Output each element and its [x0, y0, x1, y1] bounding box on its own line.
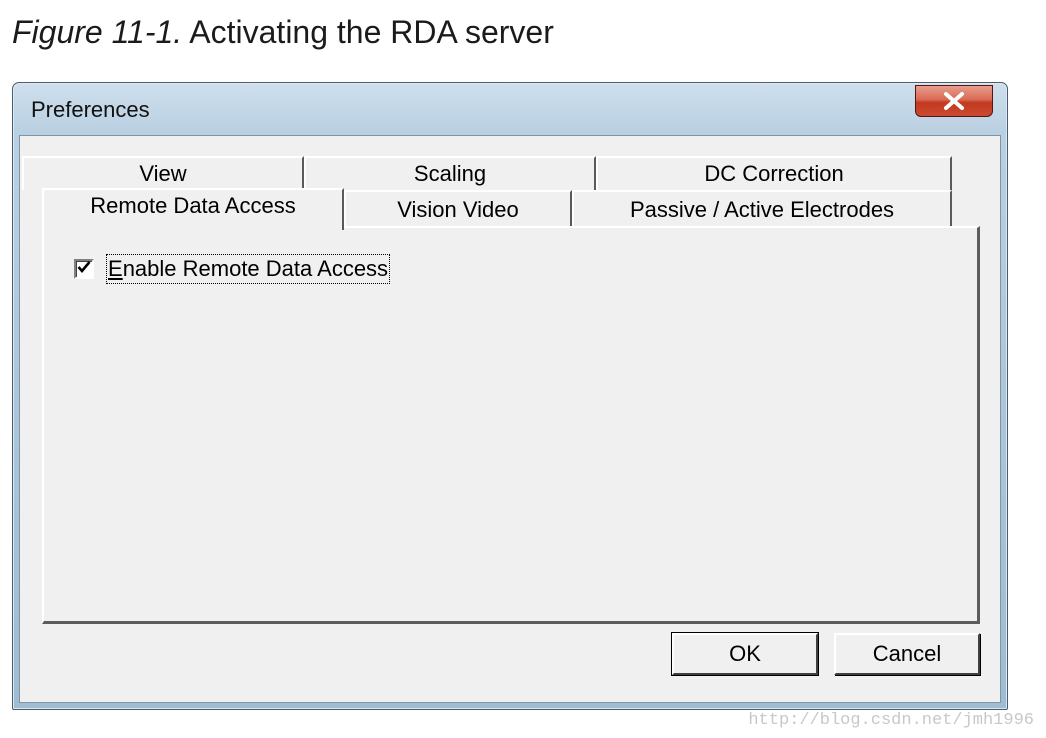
ok-button[interactable]: OK — [671, 632, 819, 676]
window-title: Preferences — [31, 97, 150, 122]
dialog-client-area: View Scaling DC Correction Remote Data A… — [19, 135, 1001, 703]
tab-dc-correction[interactable]: DC Correction — [596, 156, 952, 190]
cancel-button[interactable]: Cancel — [834, 633, 980, 675]
close-x-icon — [941, 91, 967, 111]
tab-panel-remote-data-access: Enable Remote Data Access — [42, 226, 980, 624]
tab-view[interactable]: View — [22, 156, 304, 190]
figure-label: Figure 11-1. — [12, 14, 183, 50]
enable-remote-data-access-label[interactable]: Enable Remote Data Access — [106, 254, 391, 284]
figure-caption-text: Activating the RDA server — [189, 14, 554, 50]
preferences-dialog: Preferences View Scaling DC Correction R… — [12, 82, 1008, 710]
tab-remote-data-access[interactable]: Remote Data Access — [42, 188, 344, 230]
tab-vision-video[interactable]: Vision Video — [344, 190, 572, 228]
checkmark-icon — [77, 260, 91, 279]
tab-scaling[interactable]: Scaling — [304, 156, 596, 190]
enable-remote-data-access-checkbox[interactable] — [74, 259, 94, 279]
close-button[interactable] — [915, 85, 993, 117]
watermark-url: http://blog.csdn.net/jmh1996 — [748, 711, 1034, 730]
figure-caption: Figure 11-1. Activating the RDA server — [12, 14, 554, 51]
enable-remote-data-access-option[interactable]: Enable Remote Data Access — [74, 254, 391, 284]
tab-passive-active-electrodes[interactable]: Passive / Active Electrodes — [572, 190, 952, 228]
